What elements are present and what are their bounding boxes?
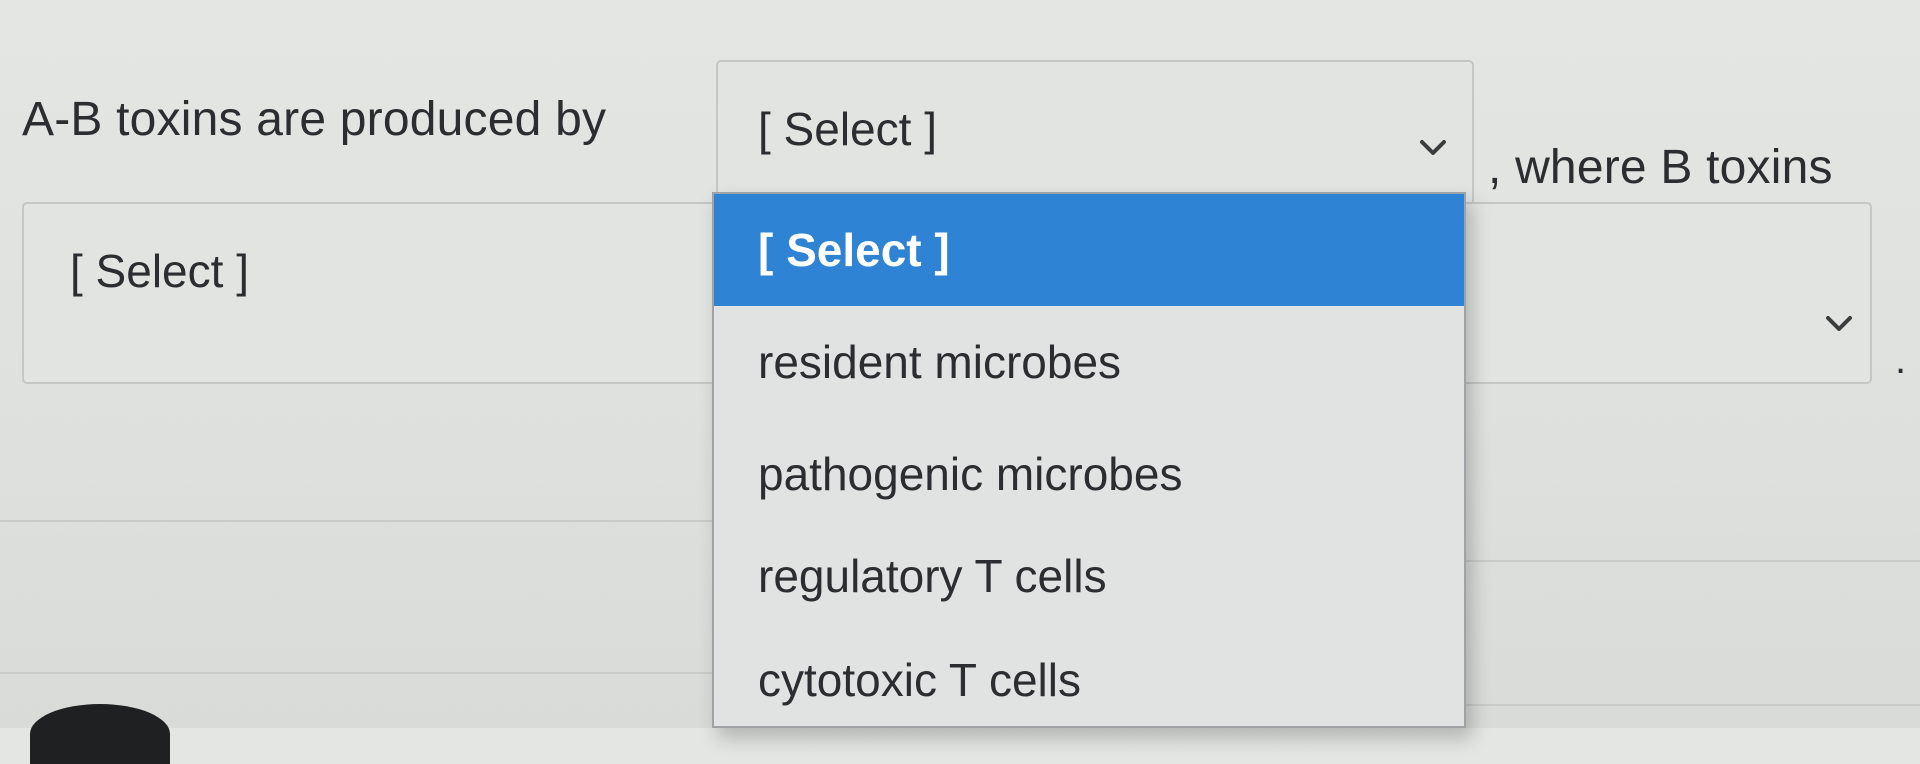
- partial-heading-glyph: [30, 704, 170, 764]
- divider: [0, 520, 712, 522]
- question-text-before: A-B toxins are produced by: [22, 93, 607, 146]
- chevron-down-icon: [1420, 140, 1446, 155]
- divider: [1466, 560, 1920, 562]
- divider: [1466, 704, 1920, 706]
- divider: [0, 672, 712, 674]
- question-text-middle: , where B toxins: [1488, 141, 1833, 194]
- select-1-dropdown-list: [ Select ] resident microbes pathogenic …: [712, 192, 1466, 728]
- dropdown-option-resident-microbes[interactable]: resident microbes: [714, 306, 1464, 418]
- dropdown-option-pathogenic-microbes[interactable]: pathogenic microbes: [714, 418, 1464, 530]
- dropdown-option-regulatory-t-cells[interactable]: regulatory T cells: [714, 520, 1464, 632]
- answer-select-1[interactable]: [ Select ]: [716, 60, 1474, 208]
- select-1-value: [ Select ]: [758, 103, 937, 155]
- question-text-after: .: [1895, 338, 1907, 382]
- select-2-value: [ Select ]: [70, 245, 249, 297]
- dropdown-option-cytotoxic-t-cells[interactable]: cytotoxic T cells: [714, 624, 1464, 726]
- dropdown-option-select-placeholder[interactable]: [ Select ]: [714, 194, 1464, 306]
- chevron-down-icon: [1826, 316, 1852, 331]
